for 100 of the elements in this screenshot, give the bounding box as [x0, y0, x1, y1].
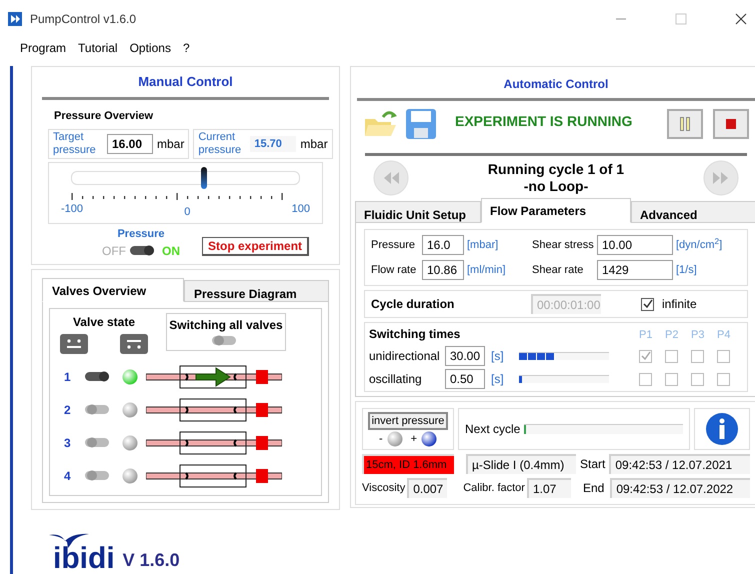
tab[interactable]: Fluidic Unit Setup — [355, 201, 481, 223]
target-pressure-field[interactable]: 16.00 — [107, 134, 153, 154]
stop-icon — [726, 119, 736, 129]
unit-label: [s] — [491, 348, 505, 365]
stop-button[interactable] — [713, 109, 749, 139]
unit-label: [ml/min] — [467, 262, 506, 278]
scale-label: 0 — [184, 205, 190, 220]
field-label: Start — [580, 456, 606, 473]
column-label: Valve state — [72, 314, 136, 331]
valve-switched-icon[interactable] — [120, 334, 148, 354]
row-label: oscillating — [369, 371, 423, 388]
valve-status-light — [122, 435, 138, 451]
invert-pressure-button[interactable]: invert pressure — [368, 412, 448, 430]
next-button[interactable] — [703, 160, 739, 196]
current-pressure-value: 15.70 — [250, 136, 296, 152]
field-label: Target pressure — [53, 131, 97, 157]
logo-wordmark: ibidi — [53, 542, 115, 574]
parameter-label: Shear stress — [531, 238, 594, 253]
checkbox[interactable] — [717, 350, 730, 362]
section-title: Switching times — [369, 326, 462, 343]
off-label: OFF — [102, 243, 126, 260]
column-header: P2 — [665, 328, 680, 342]
column-header: P4 — [717, 328, 732, 342]
checkbox[interactable] — [717, 372, 730, 386]
column-label: Switching all valves — [169, 317, 283, 334]
end-time-value: 09:42:53 / 12.07.2022 — [610, 478, 750, 498]
calibration-value: 1.07 — [526, 478, 571, 498]
status-text: EXPERIMENT IS RUNNING — [455, 112, 632, 130]
parameter-field[interactable]: 10.00 — [597, 235, 673, 255]
toggle-label: Pressure — [117, 226, 165, 242]
version-label: V 1.6.0 — [122, 549, 180, 572]
cycle-status-text: Running cycle 1 of 1 — [488, 161, 624, 178]
field-label: Viscosity — [362, 480, 406, 496]
menu-item[interactable]: Program — [20, 39, 66, 57]
field-label: Current pressure — [198, 131, 242, 157]
checkbox[interactable] — [691, 372, 704, 386]
viscosity-value: 0.007 — [407, 478, 448, 498]
menu-item[interactable]: ? — [182, 39, 190, 57]
section-title: Cycle duration — [371, 296, 456, 313]
tubing-value: 15cm, ID 1.6mm — [362, 454, 454, 474]
tab[interactable]: Advanced — [631, 201, 755, 223]
valve-status-light — [122, 468, 138, 484]
info-icon[interactable] — [705, 412, 739, 446]
pause-button[interactable] — [667, 109, 703, 139]
checkbox[interactable] — [691, 350, 704, 362]
panel-title: Manual Control — [138, 74, 233, 89]
parameter-label: Shear rate — [531, 262, 584, 278]
unit-label: [mbar] — [467, 238, 500, 253]
parameter-label: Pressure — [370, 238, 416, 253]
pause-icon — [680, 117, 690, 131]
unit-label: [s] — [491, 371, 505, 388]
progress-label: Next cycle — [465, 421, 520, 438]
pressure-slider[interactable] — [71, 166, 300, 190]
tab[interactable]: Pressure Diagram — [184, 280, 329, 302]
unit-label: mbar — [300, 136, 328, 153]
on-label: ON — [162, 243, 180, 260]
slide-value: µ-Slide I (0.4mm) — [466, 454, 576, 474]
unit-label: mbar — [157, 136, 184, 153]
maximize-icon[interactable] — [675, 13, 687, 25]
time-field[interactable]: 0.50 — [445, 369, 485, 389]
section-title: Pressure Overview — [54, 110, 154, 122]
tab[interactable]: Valves Overview — [42, 278, 184, 302]
close-icon[interactable] — [735, 13, 747, 25]
menu-item[interactable]: Options — [130, 39, 171, 57]
parameter-field[interactable]: 1429 — [597, 260, 673, 280]
scale-label: 100 — [292, 202, 310, 217]
menu-item[interactable]: Tutorial — [78, 39, 118, 57]
checkbox[interactable] — [639, 350, 652, 362]
unit-label: [1/s] — [676, 262, 698, 278]
positive-indicator — [421, 431, 438, 448]
checkbox-label: infinite — [662, 296, 697, 313]
column-header: P1 — [639, 328, 654, 342]
time-field[interactable]: 30.00 — [445, 346, 485, 366]
checkbox[interactable] — [639, 372, 652, 386]
valve-number: 4 — [63, 468, 72, 485]
column-header: P3 — [691, 328, 706, 342]
open-folder-icon[interactable] — [363, 109, 397, 139]
save-icon[interactable] — [405, 108, 437, 140]
checkbox[interactable] — [665, 372, 678, 386]
valve-number: 3 — [63, 435, 72, 452]
unit-label: [dyn/cm$^{2}$] — [676, 236, 724, 253]
valve-number: 2 — [63, 402, 72, 419]
previous-button[interactable] — [373, 160, 409, 196]
parameter-field[interactable]: 10.86 — [422, 260, 464, 280]
panel-title: Automatic Control — [504, 77, 608, 91]
parameter-label: Flow rate — [370, 262, 418, 278]
checkbox[interactable] — [641, 298, 654, 310]
valve-closed-icon[interactable] — [60, 334, 88, 354]
parameter-field[interactable]: 16.0 — [422, 235, 464, 255]
checkbox[interactable] — [665, 350, 678, 362]
field-label: End — [582, 480, 604, 497]
scale-label: -100 — [61, 202, 84, 217]
start-time-value: 09:42:53 / 12.07.2021 — [609, 454, 750, 474]
stop-experiment-button[interactable]: Stop experiment — [202, 237, 310, 256]
row-label: unidirectional — [369, 348, 441, 365]
tab[interactable]: Flow Parameters — [481, 198, 631, 223]
app-icon — [8, 12, 22, 26]
field-label: Calibr. factor — [463, 480, 525, 496]
cycle-duration-field: 00:00:01:00 — [531, 294, 601, 314]
window-title: PumpControl v1.6.0 — [30, 11, 136, 28]
